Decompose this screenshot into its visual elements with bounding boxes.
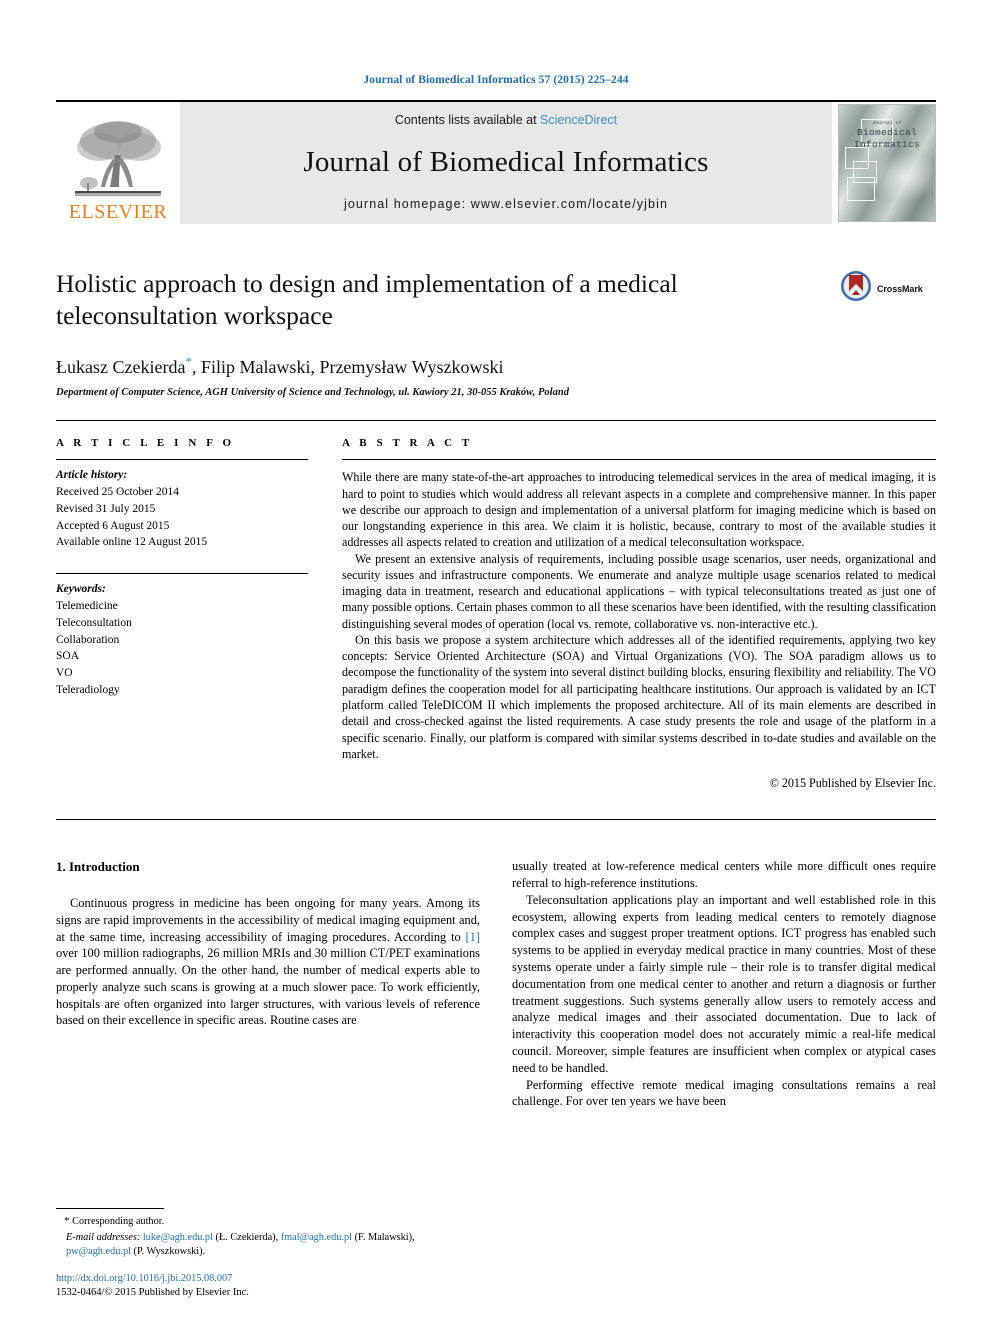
- page-title: Holistic approach to design and implemen…: [56, 269, 678, 331]
- article-history-label: Article history:: [56, 469, 128, 482]
- abstract-paragraph: While there are many state-of-the-art ap…: [342, 470, 936, 550]
- sciencedirect-link[interactable]: ScienceDirect: [540, 113, 617, 127]
- history-item: Accepted 6 August 2015: [56, 519, 170, 532]
- cover-title-text: Journal of Biomedical Informatics: [839, 121, 935, 150]
- asterisk-icon: *: [64, 1215, 70, 1228]
- email-addresses-note: E-mail addresses: luke@agh.edu.pl (Ł. Cz…: [66, 1231, 415, 1257]
- abstract-paragraph: On this basis we propose a system archit…: [342, 632, 936, 761]
- author-others: , Filip Malawski, Przemysław Wyszkowski: [191, 357, 504, 378]
- author-primary: Łukasz Czekierda: [56, 357, 186, 378]
- body-text-before-ref: Continuous progress in medicine has been…: [56, 895, 480, 944]
- article-info-column: A R T I C L E I N F O Article history: R…: [56, 437, 308, 791]
- journal-banner: ELSEVIER Contents lists available at Sci…: [56, 100, 936, 224]
- history-item: Revised 31 July 2015: [56, 502, 156, 515]
- keyword-item: Teleradiology: [56, 683, 120, 696]
- elsevier-logo: ELSEVIER: [56, 102, 180, 224]
- cover-line-2: Biomedical: [856, 126, 917, 138]
- abstract-column: A B S T R A C T While there are many sta…: [342, 437, 936, 791]
- cover-line-3: Informatics: [853, 138, 920, 150]
- running-head: Journal of Biomedical Informatics 57 (20…: [363, 74, 629, 86]
- email-link-1[interactable]: luke@agh.edu.pl: [143, 1232, 213, 1243]
- info-abstract-section: A R T I C L E I N F O Article history: R…: [56, 420, 936, 791]
- footnote-block: * Corresponding author. E-mail addresses…: [56, 1208, 480, 1301]
- body-separator-rule: [56, 819, 936, 821]
- title-block: CrossMark Holistic approach to design an…: [56, 268, 936, 398]
- article-history: Article history: Received 25 October 201…: [56, 460, 308, 551]
- footnote-rule: [56, 1208, 164, 1210]
- keyword-item: Collaboration: [56, 633, 120, 646]
- body-left-column: 1. Introduction Continuous progress in m…: [56, 858, 480, 1110]
- body-paragraph: usually treated at low-reference medical…: [512, 859, 936, 891]
- corresponding-author-note: * Corresponding author.: [56, 1214, 480, 1229]
- elsevier-tree-icon: [69, 117, 167, 201]
- paper-page: Journal of Biomedical Informatics 57 (20…: [0, 0, 992, 1323]
- email-owner-1: (Ł. Czekierda): [215, 1231, 276, 1243]
- journal-homepage[interactable]: journal homepage: www.elsevier.com/locat…: [344, 197, 668, 211]
- keyword-item: Telemedicine: [56, 599, 118, 612]
- contents-list-line: Contents lists available at ScienceDirec…: [395, 113, 617, 127]
- body-paragraph: Continuous progress in medicine has been…: [56, 895, 480, 1029]
- email-link-2[interactable]: fmal@agh.edu.pl: [281, 1232, 352, 1243]
- email-link-3[interactable]: pw@agh.edu.pl: [66, 1246, 131, 1257]
- corresponding-author-text: Corresponding author.: [72, 1216, 165, 1228]
- section-heading-introduction: 1. Introduction: [56, 859, 140, 875]
- crossmark-label: CrossMark: [877, 283, 923, 294]
- citation-link-1[interactable]: [1]: [466, 930, 480, 944]
- doi-block: http://dx.doi.org/10.1016/j.jbi.2015.08.…: [56, 1272, 480, 1301]
- abstract-copyright: © 2015 Published by Elsevier Inc.: [769, 776, 936, 791]
- abstract-body: While there are many state-of-the-art ap…: [342, 459, 936, 791]
- body-text-after-ref: over 100 million radiographs, 26 million…: [56, 946, 480, 1028]
- elsevier-wordmark: ELSEVIER: [68, 201, 168, 223]
- crossmark-icon: [840, 270, 872, 307]
- abstract-heading: A B S T R A C T: [342, 437, 473, 450]
- keyword-item: SOA: [56, 650, 80, 663]
- article-info-heading: A R T I C L E I N F O: [56, 437, 235, 450]
- history-item: Received 25 October 2014: [56, 486, 179, 499]
- keyword-item: VO: [56, 667, 73, 680]
- email-label: E-mail addresses:: [66, 1231, 141, 1243]
- contents-prefix: Contents lists available at: [394, 113, 537, 127]
- doi-link[interactable]: http://dx.doi.org/10.1016/j.jbi.2015.08.…: [56, 1272, 480, 1286]
- keywords-block: Keywords: Telemedicine Teleconsultation …: [56, 573, 308, 698]
- author-list: Łukasz Czekierda*, Filip Malawski, Przem…: [56, 354, 936, 378]
- keywords-label: Keywords:: [56, 583, 106, 596]
- body-right-column: usually treated at low-reference medical…: [512, 858, 936, 1110]
- journal-cover-thumbnail: Journal of Biomedical Informatics: [832, 102, 936, 224]
- body-columns: 1. Introduction Continuous progress in m…: [56, 858, 936, 1110]
- body-paragraph: Performing effective remote medical imag…: [512, 1077, 936, 1109]
- email-owner-2: (F. Malawski): [354, 1231, 413, 1243]
- crossmark-badge[interactable]: CrossMark: [840, 270, 936, 307]
- history-item: Available online 12 August 2015: [56, 536, 208, 549]
- banner-center: Contents lists available at ScienceDirec…: [180, 102, 832, 224]
- issn-copyright-line: 1532-0464/© 2015 Published by Elsevier I…: [56, 1287, 249, 1299]
- keyword-item: Teleconsultation: [56, 616, 132, 629]
- affiliation: Department of Computer Science, AGH Univ…: [56, 387, 569, 399]
- journal-title: Journal of Biomedical Informatics: [303, 145, 709, 178]
- abstract-paragraph: We present an extensive analysis of requ…: [342, 551, 936, 631]
- email-owner-3: (P. Wyszkowski): [133, 1245, 203, 1257]
- body-paragraph: Teleconsultation applications play an im…: [512, 892, 936, 1075]
